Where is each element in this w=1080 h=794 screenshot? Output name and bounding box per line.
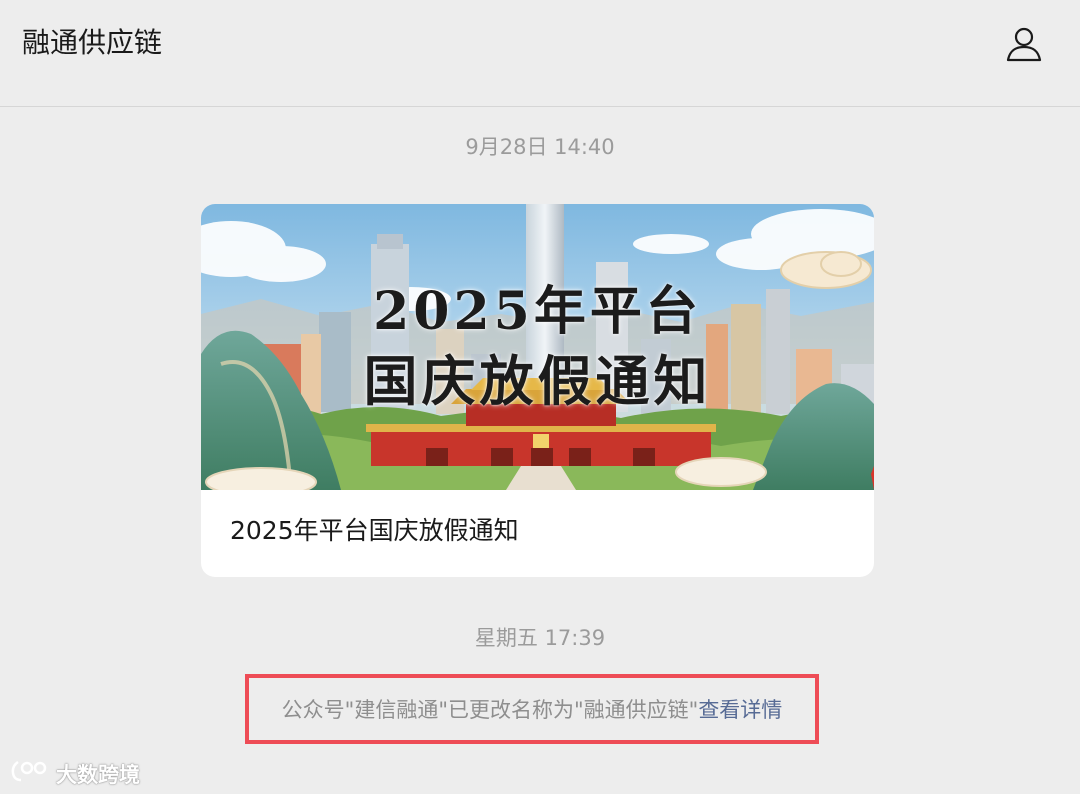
cover-title-line1: 2025年平台 — [373, 281, 702, 342]
notice-text: 公众号"建信融通"已更改名称为"融通供应链" — [281, 698, 699, 722]
view-details-link[interactable]: 查看详情 — [698, 698, 782, 722]
message-timestamp: 9月28日 14:40 — [465, 135, 615, 159]
name-change-notice: 公众号"建信融通"已更改名称为"融通供应链"查看详情 — [245, 674, 819, 744]
article-title[interactable]: 2025年平台国庆放假通知 — [230, 513, 519, 549]
watermark-text: 大数跨境 — [56, 762, 140, 787]
article-card[interactable]: 2025年平台 国庆放假通知 2025年平台国庆放假通知 — [201, 204, 874, 577]
article-cover-image[interactable]: 2025年平台 国庆放假通知 — [201, 204, 874, 490]
logo-icon — [10, 758, 50, 789]
system-notice: 公众号"建信融通"已更改名称为"融通供应链"查看详情 — [249, 696, 815, 724]
top-bar: 融通供应链 — [0, 0, 1080, 107]
cover-title-line2: 国庆放假通知 — [363, 349, 712, 413]
account-title: 融通供应链 — [22, 26, 163, 59]
watermark: 大数跨境 — [10, 758, 140, 789]
message-timestamp: 星期五 17:39 — [474, 626, 606, 650]
person-icon[interactable] — [1004, 24, 1044, 64]
